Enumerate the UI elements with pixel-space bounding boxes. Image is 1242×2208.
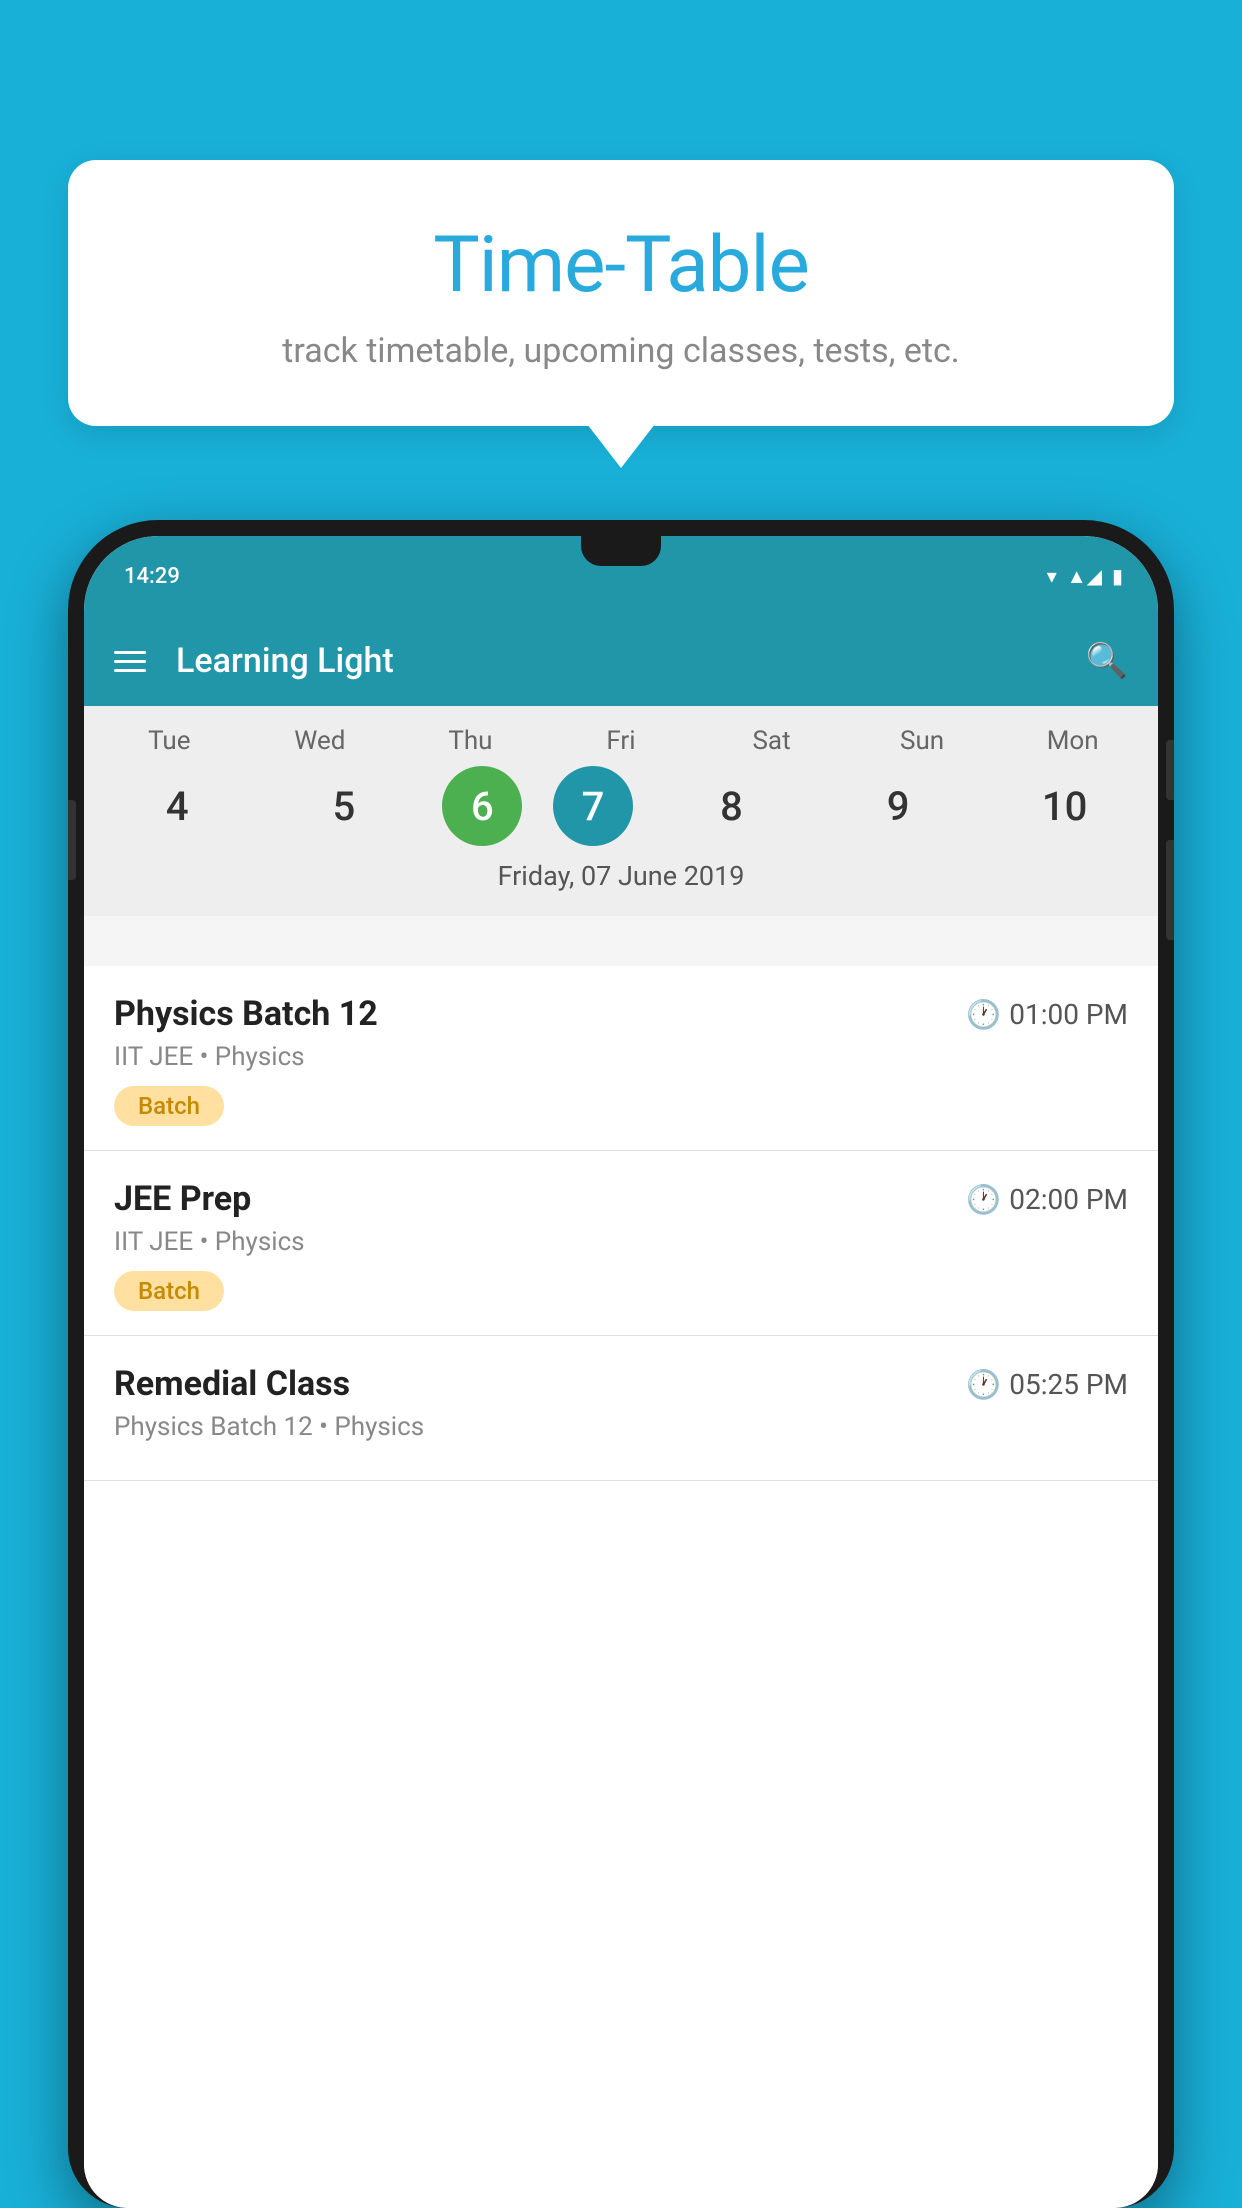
- status-time: 14:29: [84, 564, 1047, 589]
- date-9[interactable]: 9: [830, 766, 966, 846]
- status-icons: ▾ ▲◢ ▮: [1047, 564, 1158, 589]
- power-button-bottom: [1166, 840, 1174, 940]
- date-10[interactable]: 10: [997, 766, 1133, 846]
- schedule-item-3-time: 🕐 05:25 PM: [966, 1368, 1128, 1401]
- schedule-item-1-title: Physics Batch 12: [114, 994, 378, 1034]
- status-bar: 14:29 ▾ ▲◢ ▮: [84, 536, 1158, 616]
- schedule-item-3-header: Remedial Class 🕐 05:25 PM: [114, 1364, 1128, 1404]
- weekday-wed: Wed: [252, 726, 388, 756]
- signal-icon: ▲◢: [1067, 564, 1102, 589]
- schedule-item-2-time: 🕐 02:00 PM: [966, 1183, 1128, 1216]
- weekday-fri: Fri: [553, 726, 689, 756]
- schedule-item-3-title: Remedial Class: [114, 1364, 350, 1404]
- wifi-icon: ▾: [1047, 564, 1057, 588]
- schedule-item-3[interactable]: Remedial Class 🕐 05:25 PM Physics Batch …: [84, 1336, 1158, 1481]
- schedule-item-1-header: Physics Batch 12 🕐 01:00 PM: [114, 994, 1128, 1034]
- clock-icon-1: 🕐: [966, 998, 1001, 1031]
- weekday-thu: Thu: [402, 726, 538, 756]
- power-button-top: [1166, 740, 1174, 800]
- schedule-item-1-time: 🕐 01:00 PM: [966, 998, 1128, 1031]
- weekday-tue: Tue: [101, 726, 237, 756]
- schedule-item-1-subtitle: IIT JEE • Physics: [114, 1042, 1128, 1072]
- date-6-today[interactable]: 6: [442, 766, 522, 846]
- selected-date-label: Friday, 07 June 2019: [84, 860, 1158, 906]
- date-7-selected[interactable]: 7: [553, 766, 633, 846]
- schedule-item-1[interactable]: Physics Batch 12 🕐 01:00 PM IIT JEE • Ph…: [84, 966, 1158, 1151]
- calendar-section: Tue Wed Thu Fri Sat Sun Mon 4 5 6 7 8 9 …: [84, 706, 1158, 916]
- schedule-item-2-subtitle: IIT JEE • Physics: [114, 1227, 1128, 1257]
- phone-shell: 14:29 ▾ ▲◢ ▮ Learning Light 🔍 Tue Wed Th…: [68, 520, 1174, 2208]
- schedule-item-2[interactable]: JEE Prep 🕐 02:00 PM IIT JEE • Physics Ba…: [84, 1151, 1158, 1336]
- tooltip-card: Time-Table track timetable, upcoming cla…: [68, 160, 1174, 426]
- schedule-item-2-title: JEE Prep: [114, 1179, 251, 1219]
- date-8[interactable]: 8: [664, 766, 800, 846]
- clock-icon-2: 🕐: [966, 1183, 1001, 1216]
- notch: [581, 536, 661, 566]
- date-5[interactable]: 5: [276, 766, 412, 846]
- weekday-sat: Sat: [704, 726, 840, 756]
- date-4[interactable]: 4: [109, 766, 245, 846]
- phone-screen: 14:29 ▾ ▲◢ ▮ Learning Light 🔍 Tue Wed Th…: [84, 536, 1158, 2208]
- weekdays-row: Tue Wed Thu Fri Sat Sun Mon: [84, 726, 1158, 756]
- weekday-sun: Sun: [854, 726, 990, 756]
- schedule-item-2-header: JEE Prep 🕐 02:00 PM: [114, 1179, 1128, 1219]
- battery-icon: ▮: [1112, 564, 1123, 588]
- schedule-item-3-subtitle: Physics Batch 12 • Physics: [114, 1412, 1128, 1442]
- menu-icon[interactable]: [114, 651, 146, 672]
- search-icon[interactable]: 🔍: [1086, 641, 1128, 681]
- schedule-list: Physics Batch 12 🕐 01:00 PM IIT JEE • Ph…: [84, 966, 1158, 2208]
- app-title: Learning Light: [176, 641, 1086, 681]
- schedule-item-2-badge: Batch: [114, 1271, 224, 1311]
- volume-button: [68, 800, 76, 880]
- dates-row: 4 5 6 7 8 9 10: [84, 766, 1158, 846]
- clock-icon-3: 🕐: [966, 1368, 1001, 1401]
- tooltip-title: Time-Table: [118, 220, 1124, 311]
- weekday-mon: Mon: [1005, 726, 1141, 756]
- tooltip-subtitle: track timetable, upcoming classes, tests…: [118, 331, 1124, 371]
- app-bar: Learning Light 🔍: [84, 616, 1158, 706]
- schedule-item-1-badge: Batch: [114, 1086, 224, 1126]
